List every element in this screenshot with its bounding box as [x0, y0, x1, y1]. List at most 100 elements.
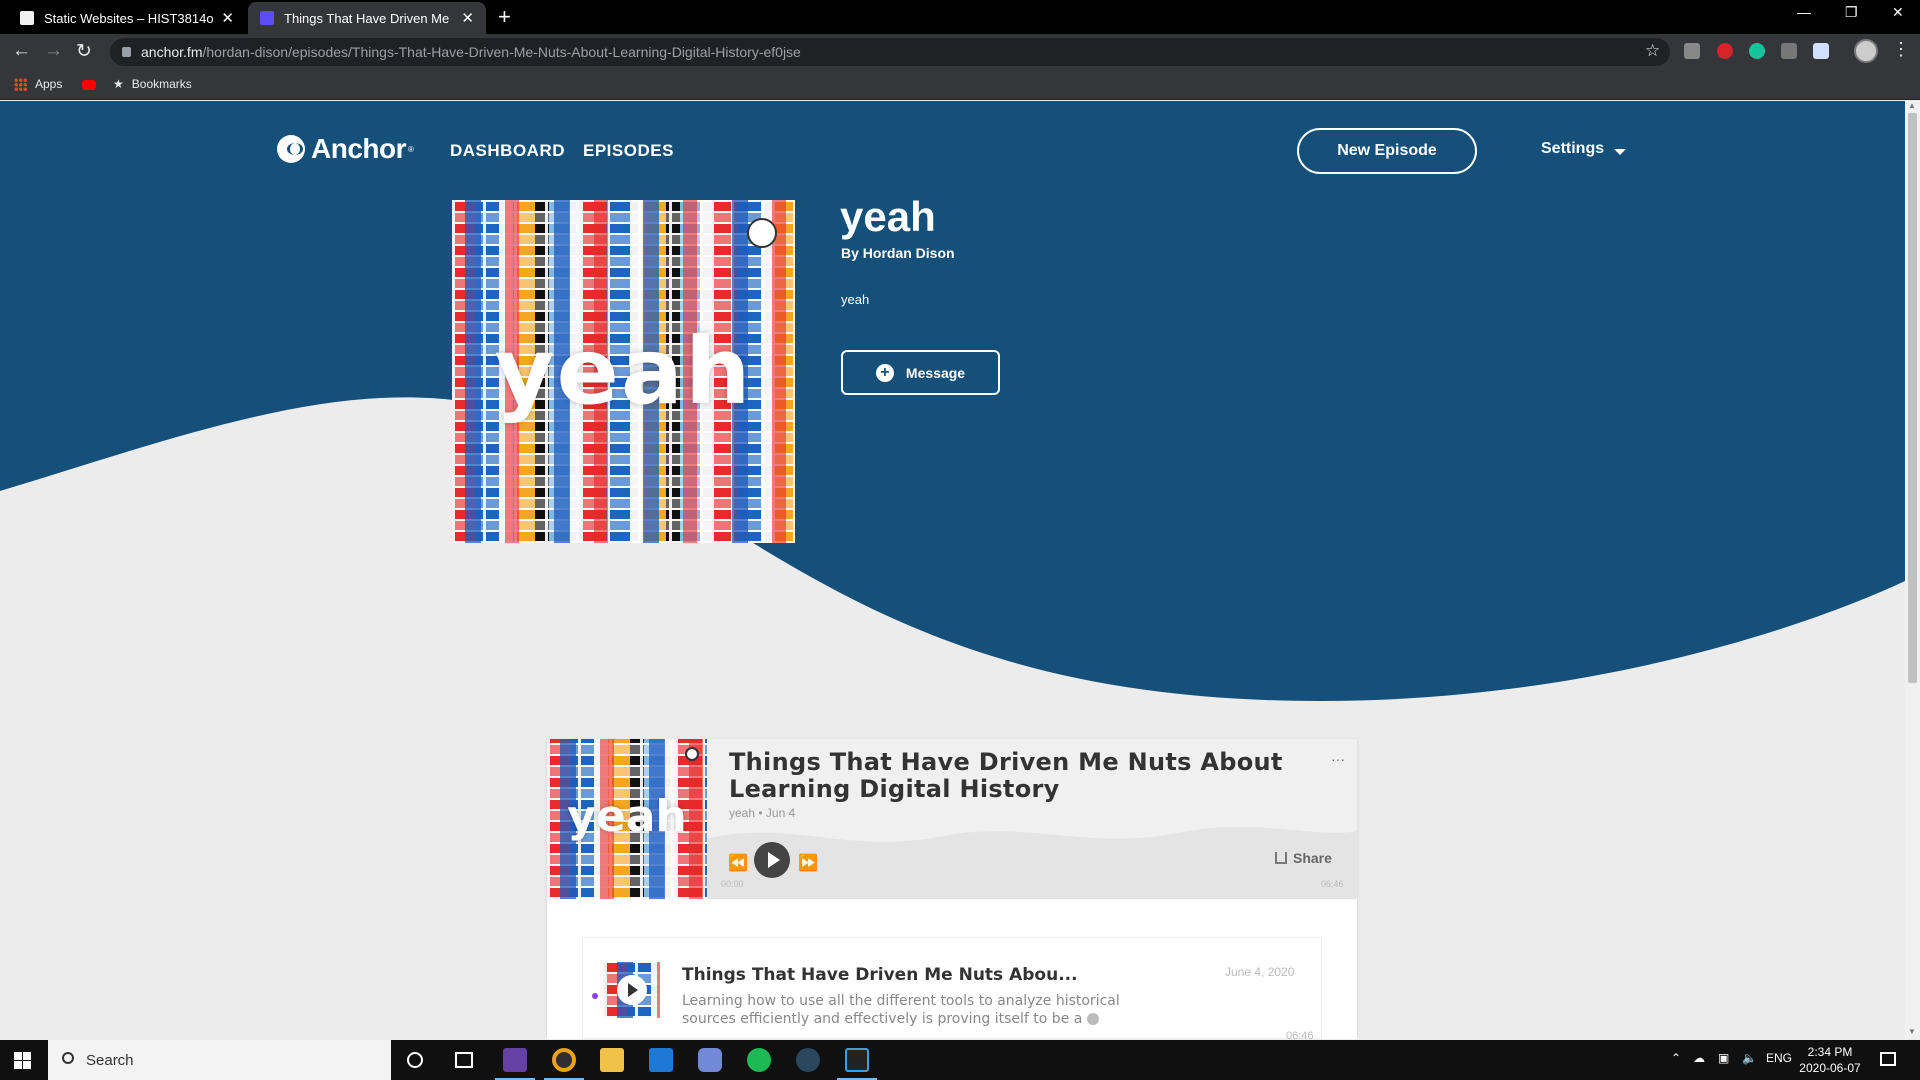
extension-icon[interactable]	[1813, 43, 1829, 59]
message-button[interactable]: + Message	[841, 350, 1000, 395]
settings-menu[interactable]: Settings	[1541, 140, 1604, 158]
menu-kebab-icon[interactable]: ⋮	[1892, 39, 1910, 60]
fast-forward-icon[interactable]: ⏩	[798, 853, 818, 873]
tab-title: Static Websites – HIST3814o	[44, 10, 214, 26]
cortana-icon[interactable]	[407, 1052, 423, 1068]
windows-start-icon[interactable]	[14, 1052, 31, 1069]
scrollbar-thumb[interactable]	[1908, 113, 1917, 683]
extension-icon[interactable]	[1684, 43, 1700, 59]
logo-text: Anchor	[311, 133, 407, 164]
bookmark-youtube[interactable]	[82, 80, 96, 90]
header-wave-background	[0, 101, 1905, 701]
episode-row-description-text: Learning how to use all the different to…	[682, 993, 1120, 1027]
chrome-icon[interactable]	[552, 1048, 576, 1072]
star-icon: ★	[113, 77, 124, 91]
browser-toolbar: ← → ↻ anchor.fm/hordan-dison/episodes/Th…	[0, 34, 1920, 70]
expand-more-icon[interactable]	[1086, 1013, 1099, 1025]
close-window-icon[interactable]: ✕	[1892, 4, 1904, 21]
episode-list-item[interactable]: Things That Have Driven Me Nuts Abou... …	[582, 937, 1322, 1039]
nav-dashboard[interactable]: DASHBOARD	[450, 141, 565, 161]
anchor-logo[interactable]: Anchor ®	[277, 133, 414, 165]
onedrive-icon[interactable]: ☁	[1693, 1051, 1705, 1065]
bookmark-label: Apps	[35, 77, 63, 91]
podcast-cover-art: yeah	[452, 200, 795, 543]
podcast-description: yeah	[841, 292, 870, 307]
file-explorer-icon[interactable]	[600, 1048, 624, 1072]
profile-avatar[interactable]	[1854, 39, 1878, 63]
anchor-logo-icon	[277, 135, 305, 163]
new-episode-button[interactable]: New Episode	[1297, 128, 1477, 174]
taskbar-search-label: Search	[86, 1051, 134, 1069]
new-tab-button[interactable]: +	[498, 4, 511, 30]
rewind-icon[interactable]: ⏪	[728, 853, 748, 873]
share-button[interactable]: Share	[1275, 850, 1332, 866]
apps-grid-icon	[14, 77, 27, 91]
search-icon	[62, 1052, 74, 1064]
episode-player: yeah Things That Have Driven Me Nuts Abo…	[547, 739, 1357, 899]
spotify-icon[interactable]	[747, 1048, 771, 1072]
episode-row-date: June 4, 2020	[1225, 965, 1295, 979]
close-tab-icon[interactable]: ✕	[461, 9, 474, 27]
back-icon[interactable]: ←	[12, 40, 31, 62]
language-indicator[interactable]: ENG	[1766, 1051, 1792, 1065]
page-viewport: Anchor ® DASHBOARD EPISODES New Episode S…	[0, 101, 1905, 1039]
windows-taskbar: Search ⌃ ☁ ▣ 🔈 ENG 2:34 PM 2020-06-07	[0, 1040, 1920, 1080]
minimize-icon[interactable]: —	[1797, 4, 1811, 20]
restore-icon[interactable]: ❐	[1845, 4, 1858, 21]
tab-strip: Static Websites – HIST3814o ✕ Things Tha…	[0, 0, 1920, 34]
tray-chevron-icon[interactable]: ⌃	[1671, 1051, 1681, 1065]
twitch-icon[interactable]	[503, 1048, 527, 1072]
unity-icon[interactable]	[845, 1048, 869, 1072]
bookmark-folder[interactable]: ★ Bookmarks	[113, 77, 192, 91]
steam-icon[interactable]	[796, 1048, 820, 1072]
task-view-icon[interactable]	[455, 1052, 473, 1068]
network-icon[interactable]: ▣	[1718, 1051, 1729, 1065]
reload-icon[interactable]: ↻	[76, 40, 92, 63]
lock-icon	[122, 47, 131, 57]
bookmark-label: Bookmarks	[131, 77, 192, 91]
play-button[interactable]	[754, 842, 790, 878]
bookmark-star-icon[interactable]: ☆	[1645, 41, 1660, 61]
share-icon	[1275, 852, 1287, 864]
anchor-favicon-icon	[260, 11, 274, 25]
discord-icon[interactable]	[698, 1048, 722, 1072]
page-scrollbar[interactable]: ▲ ▼	[1905, 101, 1920, 1039]
share-label: Share	[1293, 850, 1332, 866]
extension-icon[interactable]	[1717, 43, 1733, 59]
forward-icon[interactable]: →	[44, 40, 63, 62]
scroll-down-icon[interactable]: ▼	[1908, 1027, 1916, 1036]
youtube-icon	[82, 80, 96, 90]
cover-text: yeah	[494, 318, 753, 425]
chevron-down-icon[interactable]	[1614, 149, 1626, 155]
clock-date: 2020-06-07	[1799, 1061, 1861, 1075]
episode-row-title[interactable]: Things That Have Driven Me Nuts Abou...	[682, 965, 1078, 985]
extension-icon[interactable]	[1781, 43, 1797, 59]
row-play-button[interactable]	[617, 975, 647, 1005]
address-bar[interactable]: anchor.fm/hordan-dison/episodes/Things-T…	[110, 38, 1670, 66]
bookmark-apps[interactable]: Apps	[14, 77, 62, 91]
close-tab-icon[interactable]: ✕	[221, 9, 234, 27]
grammarly-icon[interactable]	[1749, 43, 1765, 59]
volume-icon[interactable]: 🔈	[1742, 1051, 1757, 1065]
more-options-icon[interactable]: ···	[1331, 751, 1345, 767]
bookmarks-bar: Apps ★ Bookmarks	[0, 70, 1920, 100]
episode-thumbnail: yeah	[547, 739, 707, 899]
plus-circle-icon: +	[875, 363, 894, 382]
tab-anchor-episode[interactable]: Things That Have Driven Me Nuts About Le…	[248, 2, 486, 34]
taskbar-search[interactable]: Search	[48, 1040, 391, 1080]
thumbnail-text: yeah	[567, 791, 687, 842]
episode-title: Things That Have Driven Me Nuts About Le…	[729, 748, 1283, 803]
episode-meta: yeah • Jun 4	[729, 806, 796, 820]
podcast-title: yeah	[840, 193, 936, 240]
anchor-badge-icon	[685, 747, 699, 761]
tab-static-websites[interactable]: Static Websites – HIST3814o ✕	[8, 2, 246, 34]
message-label: Message	[905, 364, 966, 381]
time-elapsed: 00:00	[721, 879, 744, 889]
podcast-author: By Hordan Dison	[841, 245, 955, 261]
mail-icon[interactable]	[649, 1048, 673, 1072]
taskbar-clock[interactable]: 2:34 PM 2020-06-07	[1790, 1044, 1870, 1076]
tab-title: Things That Have Driven Me Nuts About Le…	[284, 10, 453, 26]
scroll-up-icon[interactable]: ▲	[1908, 101, 1916, 110]
nav-episodes[interactable]: EPISODES	[583, 141, 674, 161]
notification-center-icon[interactable]	[1880, 1052, 1896, 1066]
